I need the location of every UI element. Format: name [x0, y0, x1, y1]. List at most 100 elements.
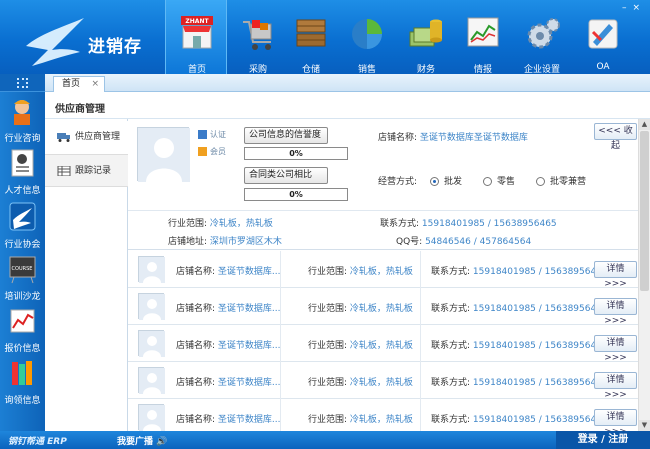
- subnav-tracking-records[interactable]: 跟踪记录: [45, 154, 128, 187]
- nav-warehouse[interactable]: 仓储: [280, 0, 342, 75]
- row-store-link[interactable]: 圣诞节数据库...: [218, 378, 281, 388]
- row-store-link[interactable]: 圣诞节数据库...: [218, 304, 281, 314]
- window-controls[interactable]: –×: [622, 3, 646, 13]
- row-store-link[interactable]: 圣诞节数据库...: [218, 415, 281, 425]
- divider: [280, 325, 281, 362]
- row-store-field: 店铺名称: 圣诞节数据库...: [176, 304, 281, 314]
- radio-retail[interactable]: 零售: [483, 174, 515, 187]
- top-header: 进销存 ZHANT 首页 采购 仓储 销售 财务 情报 企业设置 OA –×: [0, 0, 650, 75]
- radio-both[interactable]: 批零兼营: [536, 174, 586, 187]
- sidebar-item-label: 行业协会: [4, 240, 41, 250]
- grid-menu-button[interactable]: [0, 74, 45, 92]
- graph-icon: [10, 309, 35, 333]
- tab-bar: 首页 ×: [45, 74, 650, 92]
- truck-icon: [57, 132, 70, 142]
- divider: [420, 325, 421, 362]
- tab-home[interactable]: 首页 ×: [53, 76, 105, 92]
- sidebar-item-label: 人才信息: [4, 186, 41, 196]
- row-store-link[interactable]: 圣诞节数据库...: [218, 267, 281, 277]
- vertical-scrollbar[interactable]: ▲ ▼: [638, 119, 650, 431]
- qq-field: QQ号: 54846546 / 457864564: [396, 237, 532, 247]
- contact-field: 联系方式: 15918401985 / 15638956465: [380, 219, 557, 229]
- sidebar-item-training[interactable]: COURSE 培训沙龙: [0, 252, 45, 304]
- login-register-button[interactable]: 登录 / 注册: [556, 431, 650, 449]
- nav-sales[interactable]: 销售: [336, 0, 398, 75]
- store-name-link[interactable]: 圣诞节数据库圣诞节数据库: [420, 133, 528, 143]
- sidebar-item-inquiry[interactable]: 询领信息: [0, 356, 45, 408]
- detail-button[interactable]: 详情 >>>: [594, 372, 637, 400]
- credit-button[interactable]: 公司信息的信誉度: [244, 127, 328, 144]
- detail-button[interactable]: 详情 >>>: [594, 261, 637, 289]
- table-row: 店铺名称: 圣诞节数据库... 行业范围: 冷轧板，热轧板 联系方式: 159184…: [128, 288, 638, 326]
- collapse-button[interactable]: <<< 收起: [594, 123, 637, 151]
- money-icon: [409, 19, 442, 47]
- tab-label: 首页: [62, 79, 81, 89]
- left-sidebar: 行业咨询 人才信息 行业协会 COURSE 培训沙龙 报价信息 询领信息: [0, 74, 45, 431]
- divider: [420, 251, 421, 288]
- pie-icon: [352, 19, 382, 49]
- row-store-field: 店铺名称: 圣诞节数据库...: [176, 267, 281, 277]
- table-row: 店铺名称: 圣诞节数据库... 行业范围: 冷轧板，热轧板 联系方式: 159184…: [128, 362, 638, 400]
- row-store-link[interactable]: 圣诞节数据库...: [218, 341, 281, 351]
- row-industry-field: 行业范围: 冷轧板，热轧板: [308, 415, 413, 425]
- divider: [128, 210, 638, 211]
- books-icon: [12, 361, 32, 385]
- row-contact-field: 联系方式: 15918401985 / 15638956465: [431, 378, 608, 388]
- supplier-main-panel: 认证 会员 公司信息的信誉度 0% 合同类公司相比 0% 店铺名称: 圣诞节数据…: [128, 119, 650, 437]
- compare-button[interactable]: 合同类公司相比: [244, 167, 328, 184]
- user-placeholder-icon: [138, 128, 190, 182]
- sidebar-item-label: 报价信息: [4, 344, 41, 354]
- store-icon: ZHANT: [181, 16, 213, 49]
- subnav-supplier-management[interactable]: 供应商管理: [45, 121, 128, 154]
- footer-bar: 钢钉帮通 ERP 我要广播 🔊 登录 / 注册: [0, 431, 650, 449]
- member-badge: 会员: [198, 146, 226, 157]
- nav-home[interactable]: ZHANT 首页: [165, 0, 227, 75]
- speaker-icon: 🔊: [156, 437, 168, 447]
- close-icon[interactable]: ×: [91, 77, 99, 91]
- user-placeholder-icon: [138, 367, 165, 394]
- credit-progress-bar: 0%: [244, 147, 348, 160]
- minimize-icon[interactable]: –: [622, 3, 633, 13]
- row-contact-field: 联系方式: 15918401985 / 15638956465: [431, 415, 608, 425]
- user-placeholder-icon: [138, 330, 165, 357]
- nav-enterprise-settings[interactable]: 企业设置: [511, 0, 573, 75]
- detail-button[interactable]: 详情 >>>: [594, 298, 637, 326]
- scroll-down-icon[interactable]: ▼: [639, 420, 650, 431]
- nav-intelligence[interactable]: 情报: [452, 0, 514, 75]
- compare-progress-bar: 0%: [244, 188, 348, 201]
- subnav-label: 供应商管理: [75, 132, 121, 142]
- nav-label: OA: [596, 62, 610, 72]
- boxes-icon: [296, 19, 326, 47]
- row-contact-field: 联系方式: 15918401985 / 15638956465: [431, 304, 608, 314]
- footer-logo: 钢钉帮通 ERP: [8, 437, 67, 447]
- sidebar-item-label: 行业咨询: [4, 134, 41, 144]
- sidebar-item-talent[interactable]: 人才信息: [0, 146, 45, 198]
- page-title: 供应商管理: [55, 104, 105, 115]
- svg-text:ZHANT: ZHANT: [185, 18, 209, 25]
- radio-unchecked-icon: [483, 177, 492, 186]
- radio-wholesale[interactable]: 批发: [430, 174, 462, 187]
- sidebar-item-quotes[interactable]: 报价信息: [0, 304, 45, 356]
- row-contact-field: 联系方式: 15918401985 / 15638956465: [431, 267, 608, 277]
- row-industry-field: 行业范围: 冷轧板，热轧板: [308, 341, 413, 351]
- scroll-up-icon[interactable]: ▲: [639, 119, 650, 130]
- gear-icon: [527, 18, 560, 49]
- table-icon: [57, 165, 71, 176]
- cart-icon: [243, 20, 272, 50]
- detail-button[interactable]: 详情 >>>: [594, 335, 637, 363]
- broadcast-button[interactable]: 我要广播 🔊: [117, 434, 167, 447]
- detail-button[interactable]: 详情 >>>: [594, 409, 637, 437]
- user-placeholder-icon: [138, 293, 165, 320]
- app-title: 进销存: [88, 37, 142, 57]
- close-window-icon[interactable]: ×: [632, 3, 646, 13]
- nav-finance[interactable]: 财务: [395, 0, 457, 75]
- row-store-field: 店铺名称: 圣诞节数据库...: [176, 341, 281, 351]
- grid-icon: [17, 78, 28, 88]
- address-field: 店铺地址: 深圳市罗湖区木木: [168, 237, 282, 247]
- divider: [420, 288, 421, 325]
- row-industry-field: 行业范围: 冷轧板，热轧板: [308, 378, 413, 388]
- sidebar-item-industry-consult[interactable]: 行业咨询: [0, 94, 45, 146]
- divider: [420, 362, 421, 399]
- scroll-thumb[interactable]: [640, 131, 649, 291]
- sidebar-item-association[interactable]: 行业协会: [0, 200, 45, 252]
